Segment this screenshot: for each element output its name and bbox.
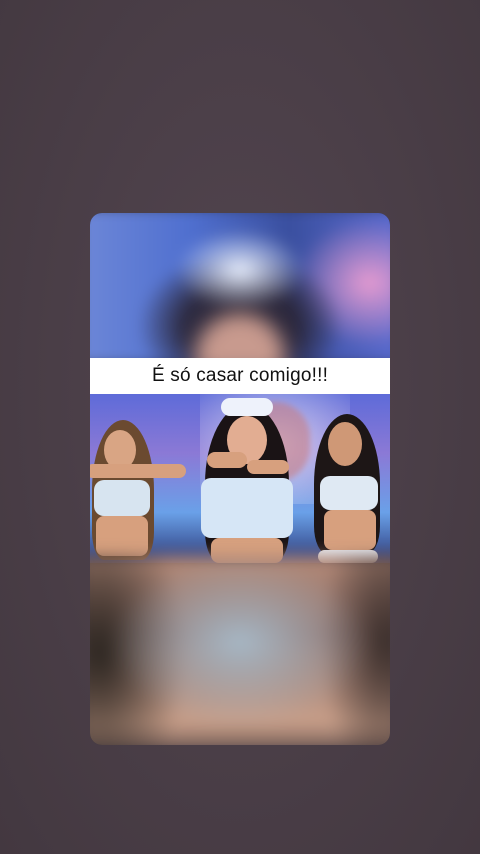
blurred-video-backdrop-bottom xyxy=(90,555,390,745)
caption-text: É só casar comigo!!! xyxy=(151,365,329,386)
video-post[interactable]: É só casar comigo!!! xyxy=(90,213,390,745)
dancer-right xyxy=(300,394,390,563)
dancer-left xyxy=(90,394,190,563)
dancer-center xyxy=(185,394,315,563)
caption-banner: É só casar comigo!!! xyxy=(90,358,390,394)
video-frame[interactable] xyxy=(90,394,390,563)
